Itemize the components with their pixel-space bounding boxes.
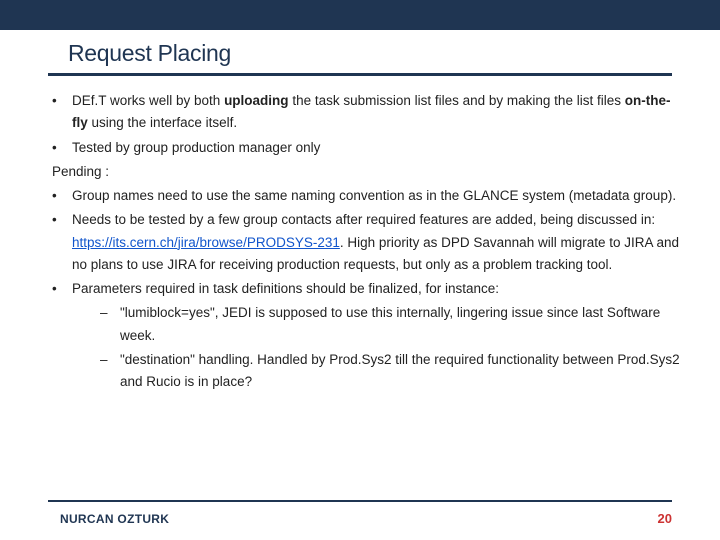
author-name: NURCAN OZTURK bbox=[60, 512, 169, 526]
dash-marker: – bbox=[96, 302, 120, 347]
top-bar bbox=[0, 0, 720, 30]
jira-link[interactable]: https://its.cern.ch/jira/browse/PRODSYS-… bbox=[72, 235, 340, 250]
footer: NURCAN OZTURK 20 bbox=[0, 511, 720, 526]
body: • DEf.T works well by both uploading the… bbox=[0, 76, 720, 393]
bullet-marker: • bbox=[48, 185, 72, 207]
bullet-text: DEf.T works well by both uploading the t… bbox=[72, 90, 680, 135]
bullet-marker: • bbox=[48, 278, 72, 300]
footer-rule bbox=[48, 500, 672, 502]
page-number: 20 bbox=[658, 511, 672, 526]
bullet-marker: • bbox=[48, 137, 72, 159]
bullet-item: • Needs to be tested by a few group cont… bbox=[48, 209, 680, 276]
bullet-text: "destination" handling. Handled by Prod.… bbox=[120, 349, 680, 394]
text: the task submission list files and by ma… bbox=[289, 93, 625, 108]
bullet-marker: • bbox=[48, 209, 72, 276]
sub-bullet-item: – "destination" handling. Handled by Pro… bbox=[48, 349, 680, 394]
sub-bullet-item: – "lumiblock=yes", JEDI is supposed to u… bbox=[48, 302, 680, 347]
bullet-item: • Tested by group production manager onl… bbox=[48, 137, 680, 159]
text: Needs to be tested by a few group contac… bbox=[72, 212, 655, 227]
text: using the interface itself. bbox=[88, 115, 237, 130]
bullet-text: Group names need to use the same naming … bbox=[72, 185, 680, 207]
bullet-text: "lumiblock=yes", JEDI is supposed to use… bbox=[120, 302, 680, 347]
text: DEf.T works well by both bbox=[72, 93, 224, 108]
dash-marker: – bbox=[96, 349, 120, 394]
pending-label: Pending : bbox=[48, 161, 680, 183]
bullet-marker: • bbox=[48, 90, 72, 135]
title-area: Request Placing bbox=[0, 30, 720, 67]
bullet-text: Parameters required in task definitions … bbox=[72, 278, 680, 300]
bullet-text: Needs to be tested by a few group contac… bbox=[72, 209, 680, 276]
bullet-item: • Parameters required in task definition… bbox=[48, 278, 680, 300]
slide-title: Request Placing bbox=[68, 40, 720, 67]
bullet-text: Tested by group production manager only bbox=[72, 137, 680, 159]
bullet-item: • DEf.T works well by both uploading the… bbox=[48, 90, 680, 135]
bold-text: uploading bbox=[224, 93, 289, 108]
slide: Request Placing • DEf.T works well by bo… bbox=[0, 0, 720, 540]
bullet-item: • Group names need to use the same namin… bbox=[48, 185, 680, 207]
